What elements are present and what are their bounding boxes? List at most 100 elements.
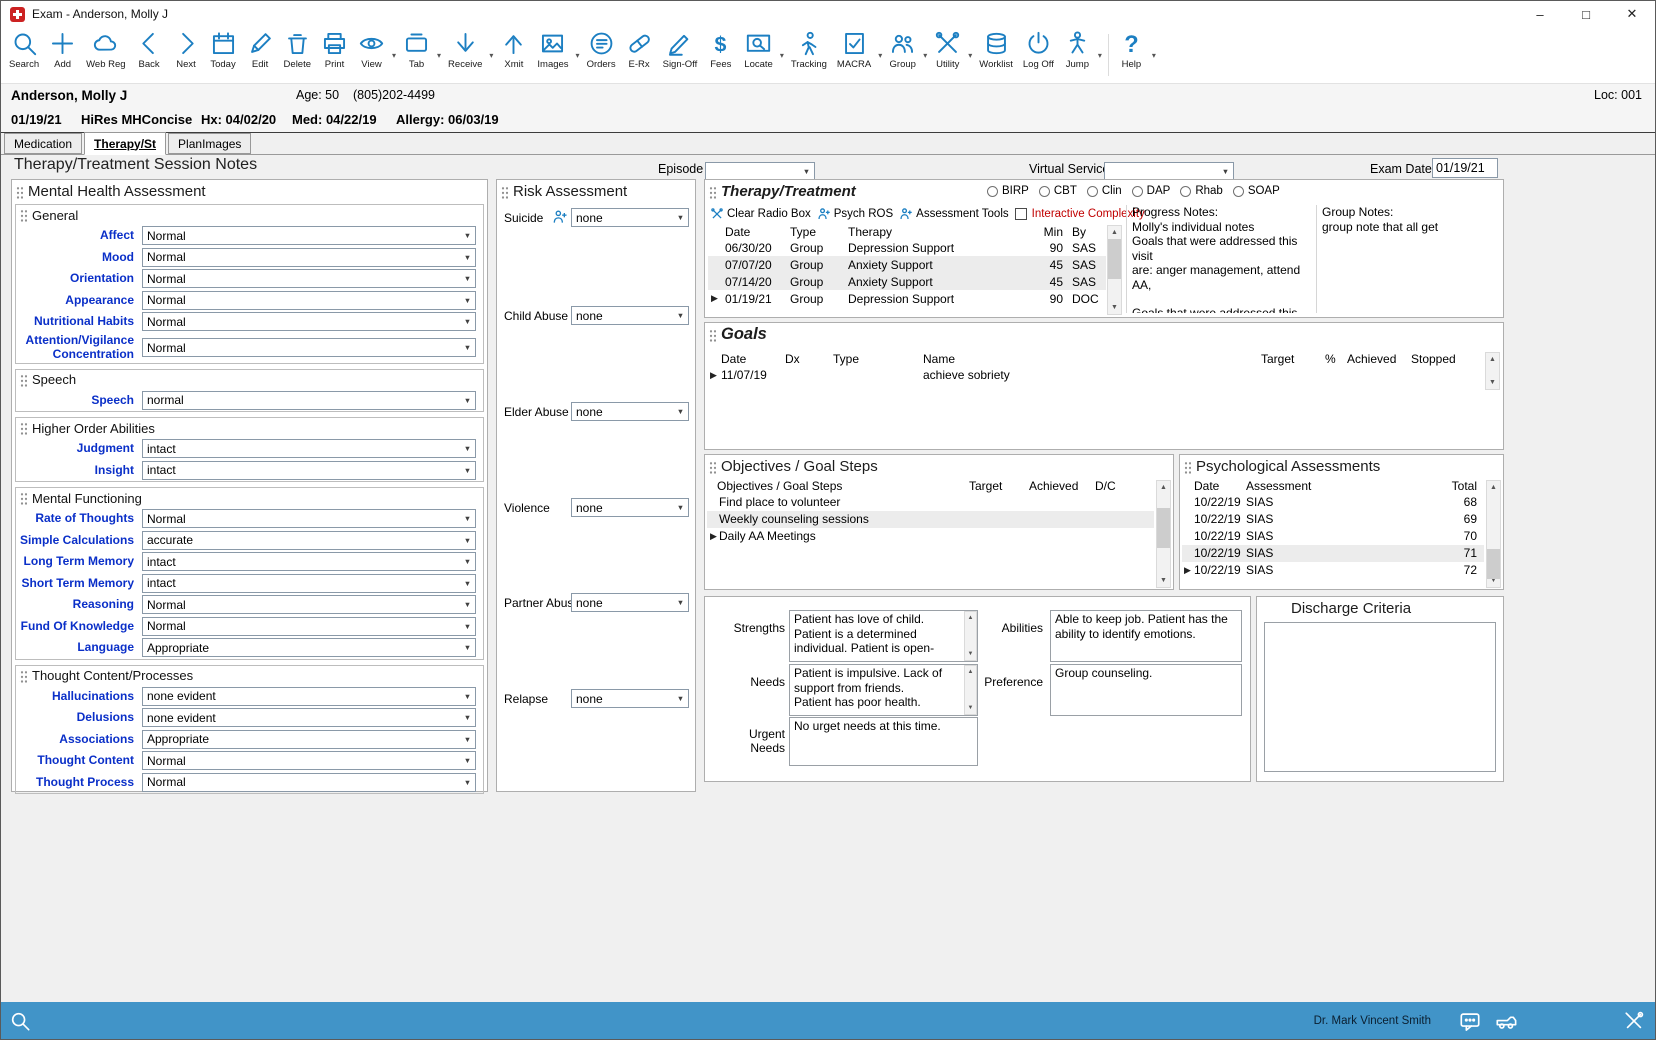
therapy-scrollbar[interactable]: ▲▼ <box>1107 225 1122 315</box>
toolbar-edit-button[interactable]: Edit <box>242 27 279 83</box>
assessment-tools-button[interactable]: Assessment Tools <box>899 207 1008 221</box>
urgent-needs-textbox[interactable]: No urget needs at this time. <box>789 717 978 766</box>
tab-medication[interactable]: Medication <box>4 133 82 154</box>
add-person-button[interactable] <box>552 209 568 225</box>
judgment-select[interactable]: intact▼ <box>142 439 476 458</box>
assessments-scrollbar[interactable]: ▲▼ <box>1486 480 1501 588</box>
associations-select[interactable]: Appropriate▼ <box>142 730 476 749</box>
assessment-row[interactable]: 10/22/19SIAS69 <box>1182 511 1484 528</box>
virtual-service-select[interactable]: ▼ <box>1104 162 1234 181</box>
textbox-scrollbar[interactable]: ▲▼ <box>964 611 977 661</box>
appearance-select[interactable]: Normal▼ <box>142 291 476 310</box>
speech-select[interactable]: normal▼ <box>142 391 476 410</box>
therapy-row[interactable]: 06/30/20GroupDepression Support90SAS <box>708 239 1106 256</box>
close-button[interactable]: ✕ <box>1609 1 1655 27</box>
toolbar-jump-dropdown[interactable]: ▾ <box>1096 51 1104 60</box>
group-notes-text[interactable]: group note that all get <box>1322 220 1503 234</box>
toolbar-receive-dropdown[interactable]: ▾ <box>487 51 495 60</box>
drag-grip-icon[interactable] <box>708 460 716 474</box>
discharge-criteria-box[interactable] <box>1264 622 1496 772</box>
rate-of-thoughts-select[interactable]: Normal▼ <box>142 509 476 528</box>
goals-scrollbar[interactable]: ▲▼ <box>1485 352 1500 390</box>
therapy-row[interactable]: ▶01/19/21GroupDepression Support90DOC <box>708 290 1106 307</box>
toolbar-tracking-button[interactable]: Tracking <box>786 27 832 83</box>
drag-grip-icon[interactable] <box>500 185 508 199</box>
toolbar-today-button[interactable]: Today <box>205 27 242 83</box>
drag-grip-icon[interactable] <box>19 373 27 387</box>
simple-calculations-select[interactable]: accurate▼ <box>142 531 476 550</box>
toolbar-group-button[interactable]: Group <box>884 27 921 83</box>
fund-of-knowledge-select[interactable]: Normal▼ <box>142 617 476 636</box>
goals-row[interactable]: ▶11/07/19achieve sobriety <box>705 367 1503 384</box>
preference-textbox[interactable]: Group counseling. <box>1050 664 1242 716</box>
toolbar-jump-button[interactable]: Jump <box>1059 27 1096 83</box>
toolbar-orders-button[interactable]: Orders <box>582 27 621 83</box>
assessment-row[interactable]: 10/22/19SIAS71 <box>1182 545 1484 562</box>
assessment-row[interactable]: ▶10/22/19SIAS72 <box>1182 562 1484 579</box>
interactive-complexity-checkbox[interactable] <box>1015 208 1027 220</box>
messages-button[interactable] <box>1459 1010 1481 1032</box>
assessment-row[interactable]: 10/22/19SIAS68 <box>1182 494 1484 511</box>
toolbar-receive-button[interactable]: Receive <box>443 27 487 83</box>
relapse-select[interactable]: none▼ <box>571 689 689 708</box>
toolbar-xmit-button[interactable]: Xmit <box>495 27 532 83</box>
toolbar-sign-off-button[interactable]: Sign-Off <box>658 27 703 83</box>
toolbar-delete-button[interactable]: Delete <box>279 27 316 83</box>
toolbar-search-button[interactable]: Search <box>4 27 44 83</box>
attention-vigilance-concentration-select[interactable]: Normal▼ <box>142 338 476 357</box>
language-select[interactable]: Appropriate▼ <box>142 638 476 657</box>
radio-dap[interactable]: DAP <box>1132 185 1171 197</box>
scroll-down-icon[interactable]: ▼ <box>965 648 976 660</box>
toolbar-images-button[interactable]: Images <box>532 27 573 83</box>
toolbar-fees-button[interactable]: $Fees <box>702 27 739 83</box>
toolbar-tab-button[interactable]: Tab <box>398 27 435 83</box>
objectives-row[interactable]: Find place to volunteer <box>707 494 1154 511</box>
short-term-memory-select[interactable]: intact▼ <box>142 574 476 593</box>
hallucinations-select[interactable]: none evident▼ <box>142 687 476 706</box>
therapy-row[interactable]: 07/07/20GroupAnxiety Support45SAS <box>708 256 1106 273</box>
tools-button[interactable] <box>1623 1010 1645 1032</box>
abilities-textbox[interactable]: Able to keep job. Patient has the abilit… <box>1050 610 1242 662</box>
toolbar-help-button[interactable]: ?Help <box>1113 27 1150 83</box>
suicide-select[interactable]: none▼ <box>571 208 689 227</box>
drag-grip-icon[interactable] <box>708 185 716 199</box>
scroll-up-icon[interactable]: ▲ <box>1157 481 1170 494</box>
drag-grip-icon[interactable] <box>19 421 27 435</box>
toolbar-print-button[interactable]: Print <box>316 27 353 83</box>
toolbar-help-dropdown[interactable]: ▾ <box>1150 51 1158 60</box>
insight-select[interactable]: intact▼ <box>142 461 476 480</box>
toolbar-worklist-button[interactable]: Worklist <box>974 27 1018 83</box>
toolbar-view-dropdown[interactable]: ▾ <box>390 51 398 60</box>
objectives-scrollbar[interactable]: ▲▼ <box>1156 480 1171 588</box>
assessment-row[interactable]: 10/22/19SIAS70 <box>1182 528 1484 545</box>
child-abuse-select[interactable]: none▼ <box>571 306 689 325</box>
radio-rhab[interactable]: Rhab <box>1180 185 1223 197</box>
maximize-button[interactable]: □ <box>1563 1 1609 27</box>
elder-abuse-select[interactable]: none▼ <box>571 402 689 421</box>
scroll-up-icon[interactable]: ▲ <box>1487 481 1500 494</box>
radio-clin[interactable]: Clin <box>1087 185 1122 197</box>
minimize-button[interactable]: – <box>1517 1 1563 27</box>
objectives-row[interactable]: Weekly counseling sessions <box>707 511 1154 528</box>
psych-ros-button[interactable]: Psych ROS <box>817 207 893 221</box>
drag-grip-icon[interactable] <box>19 669 27 683</box>
toolbar-locate-button[interactable]: Locate <box>739 27 778 83</box>
textbox-scrollbar[interactable]: ▲▼ <box>964 665 977 715</box>
delusions-select[interactable]: none evident▼ <box>142 708 476 727</box>
clear-radio-box-button[interactable]: Clear Radio Box <box>710 207 811 221</box>
thought-content-select[interactable]: Normal▼ <box>142 751 476 770</box>
toolbar-locate-dropdown[interactable]: ▾ <box>778 51 786 60</box>
scroll-up-icon[interactable]: ▲ <box>1108 226 1121 239</box>
mood-select[interactable]: Normal▼ <box>142 248 476 267</box>
drag-grip-icon[interactable] <box>19 491 27 505</box>
affect-select[interactable]: Normal▼ <box>142 226 476 245</box>
radio-cbt[interactable]: CBT <box>1039 185 1077 197</box>
status-search-button[interactable] <box>9 1010 31 1032</box>
progress-notes-text[interactable]: Molly's individual notes Goals that were… <box>1132 220 1316 313</box>
toolbar-next-button[interactable]: Next <box>168 27 205 83</box>
drag-grip-icon[interactable] <box>19 208 27 222</box>
toolbar-group-dropdown[interactable]: ▾ <box>921 51 929 60</box>
scroll-down-icon[interactable]: ▼ <box>1108 301 1121 314</box>
vehicle-button[interactable] <box>1495 1010 1517 1032</box>
violence-select[interactable]: none▼ <box>571 498 689 517</box>
